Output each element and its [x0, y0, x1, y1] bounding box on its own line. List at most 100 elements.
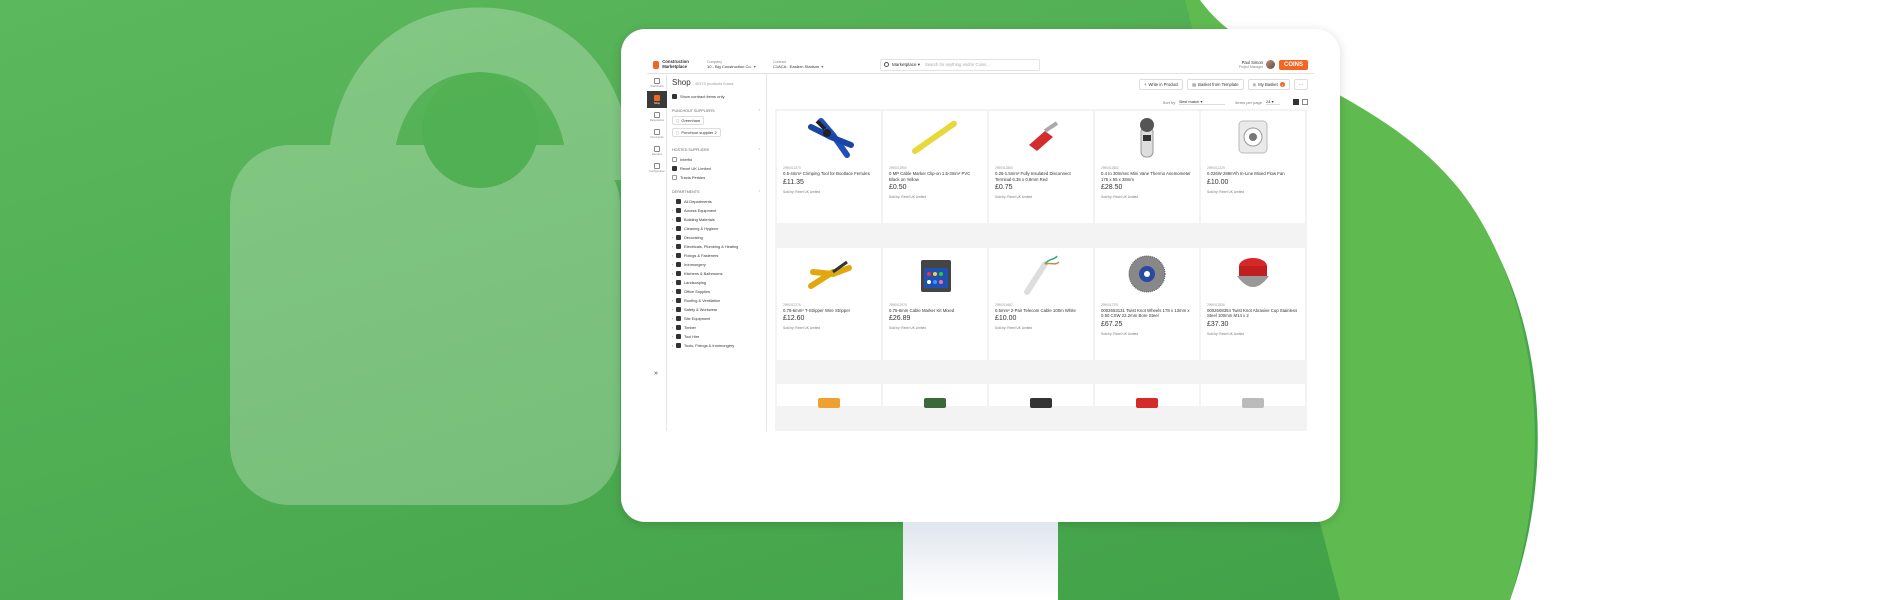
product-card[interactable]: 2990012791 0002653131 Twist Knot Wheels 1… [1095, 247, 1199, 360]
product-image[interactable] [1101, 252, 1193, 296]
checkbox-checked[interactable] [676, 253, 681, 258]
sort-select[interactable]: Best match ▾ [1179, 99, 1226, 105]
checkbox-checked[interactable] [676, 298, 681, 303]
hosted-supplier-checkbox[interactable]: Rexel UK Limited [672, 164, 761, 173]
product-card-partial[interactable] [1201, 384, 1305, 409]
rail-item-dashboard[interactable]: Dashboard [647, 74, 667, 91]
punchout-supplier-chip[interactable]: ◻ Punchout supplier 2 [672, 128, 721, 137]
checkbox-checked[interactable] [676, 316, 681, 321]
avatar[interactable] [1265, 60, 1275, 69]
search-scope-dropdown[interactable]: Marketplace ▾ [892, 62, 920, 68]
department-item[interactable]: › Fixings & Fasteners [672, 251, 761, 260]
product-card-partial[interactable] [1095, 384, 1199, 409]
product-card[interactable]: 2990012836 0002608354 Twist Knot Abrasive… [1201, 247, 1305, 360]
checkbox-checked[interactable] [676, 226, 681, 231]
rail-item-documents[interactable]: Documents [647, 125, 667, 142]
checkbox-checked[interactable] [672, 94, 677, 99]
product-name[interactable]: 0.026W 288m³/h In-Line Mixed Flow Fan [1207, 171, 1299, 177]
user-menu[interactable]: Paul Simon Project Manager COINS [1239, 59, 1308, 70]
hosted-supplier-checkbox[interactable]: Interflo [672, 155, 761, 164]
company-selector[interactable]: Company 10 - Big Construction Co. ▾ [707, 60, 769, 69]
product-card-partial[interactable] [883, 384, 987, 409]
product-image[interactable] [1207, 115, 1299, 159]
product-name[interactable]: 0002608354 Twist Knot Abrasive Cup Stain… [1207, 308, 1299, 319]
product-image[interactable] [1136, 398, 1158, 409]
product-name[interactable]: 0.5-4mm² Crimping Tool for Bootlace Ferr… [783, 171, 875, 177]
product-image[interactable] [889, 115, 981, 159]
department-item[interactable]: › Ironmongery [672, 260, 761, 269]
app-logo[interactable]: Construction Marketplace [653, 59, 703, 69]
checkbox-checked[interactable] [676, 271, 681, 276]
checkbox-checked[interactable] [676, 289, 681, 294]
product-card[interactable]: 2990014657 0.5mm² 2-Pair Telecom Cable 10… [989, 247, 1093, 360]
product-image[interactable] [783, 115, 875, 159]
contract-only-checkbox[interactable]: Show contract items only [672, 92, 761, 101]
my-basket-button[interactable]: ◎ My Basket 1 [1247, 79, 1290, 90]
chevron-up-icon[interactable]: ⌃ [758, 190, 761, 194]
product-card-partial[interactable] [777, 384, 881, 409]
product-name[interactable]: 0.4 to 30m/sec Mini Vane Thermo Anemomet… [1101, 171, 1193, 182]
rail-item-requisitions[interactable]: Requisitions [647, 108, 667, 125]
department-item[interactable]: All Departments [672, 197, 761, 206]
product-image[interactable] [1030, 398, 1052, 409]
department-item[interactable]: › Electricals, Plumbing & Heating [672, 242, 761, 251]
product-image[interactable] [995, 115, 1087, 159]
chevron-up-icon[interactable]: ⌃ [758, 148, 761, 152]
hosted-supplier-checkbox[interactable]: Travis Perkins [672, 173, 761, 182]
product-card[interactable]: 2990012862 0.4 to 30m/sec Mini Vane Therm… [1095, 111, 1199, 223]
rail-item-configuration[interactable]: Configuration [647, 159, 667, 176]
product-image[interactable] [818, 398, 840, 409]
product-name[interactable]: 0.75-6mm² T-Stripper Wire Stripper [783, 308, 875, 314]
chevron-up-icon[interactable]: ⌃ [758, 109, 761, 113]
product-card-partial[interactable] [989, 384, 1093, 409]
product-name[interactable]: 0.75-6mm Cable Marker Kit Mixed [889, 308, 981, 314]
search-input[interactable]: Search for anything and/or Coins... [925, 62, 990, 67]
product-card[interactable]: 2990012270 0.5-4mm² Crimping Tool for Boo… [777, 111, 881, 223]
checkbox-checked[interactable] [676, 217, 681, 222]
checkbox-checked[interactable] [676, 262, 681, 267]
punchout-supplier-chip[interactable]: ◻ Greenham [672, 116, 705, 125]
contract-selector[interactable]: Contract C1ACA - Eastern Stadium ▾ [773, 60, 835, 69]
checkbox-unchecked[interactable] [672, 157, 677, 162]
checkbox-unchecked[interactable] [672, 175, 677, 180]
list-view-icon[interactable] [1302, 99, 1308, 105]
product-image[interactable] [924, 398, 946, 409]
department-item[interactable]: › Site Equipment [672, 314, 761, 323]
search-bar[interactable]: Marketplace ▾ Search for anything and/or… [880, 58, 1040, 71]
checkbox-checked[interactable] [676, 307, 681, 312]
product-card[interactable]: 2990012229 0.026W 288m³/h In-Line Mixed F… [1201, 111, 1305, 223]
product-name[interactable]: 0.5mm² 2-Pair Telecom Cable 100m White [995, 308, 1087, 314]
expand-sidebar-icon[interactable]: » [654, 370, 658, 377]
product-image[interactable] [783, 252, 875, 296]
product-card[interactable]: 2990012276 0.75-6mm² T-Stripper Wire Stri… [777, 247, 881, 360]
department-item[interactable]: › Safety & Workwear [672, 305, 761, 314]
product-image[interactable] [889, 252, 981, 296]
rail-item-shop[interactable]: Shop [647, 91, 667, 108]
checkbox-checked[interactable] [676, 325, 681, 330]
product-image[interactable] [1242, 398, 1264, 409]
basket-from-template-button[interactable]: ▤ Basket from Template [1187, 79, 1244, 90]
product-name[interactable]: 0002653131 Twist Knot Wheels 178 x 13mm … [1101, 308, 1193, 319]
items-per-page-select[interactable]: 24 ▾ [1266, 99, 1280, 105]
checkbox-checked[interactable] [676, 199, 681, 204]
product-image[interactable] [995, 252, 1087, 296]
department-item[interactable]: › Cleaning & Hygiene [672, 224, 761, 233]
product-image[interactable] [1101, 115, 1193, 159]
rail-item-receipts[interactable]: Receipts [647, 142, 667, 159]
department-item[interactable]: › Decorating [672, 233, 761, 242]
product-image[interactable] [1207, 252, 1299, 296]
product-card[interactable]: 2990012950 0 MP Cable Marker Clip-on 1.5-… [883, 111, 987, 223]
checkbox-checked[interactable] [676, 244, 681, 249]
department-item[interactable]: › Kitchens & Bathrooms [672, 269, 761, 278]
checkbox-checked[interactable] [676, 235, 681, 240]
department-item[interactable]: › Timber [672, 323, 761, 332]
checkbox-checked[interactable] [672, 166, 677, 171]
product-name[interactable]: 0.25-1.5mm² Fully Insulated Disconnect T… [995, 171, 1087, 182]
department-item[interactable]: › Access Equipment [672, 206, 761, 215]
department-item[interactable]: › Office Supplies [672, 287, 761, 296]
grid-view-icon[interactable] [1293, 99, 1299, 105]
department-item[interactable]: › Landscaping [672, 278, 761, 287]
department-item[interactable]: › Roofing & Ventilation [672, 296, 761, 305]
checkbox-checked[interactable] [676, 343, 681, 348]
department-item[interactable]: › Building Materials [672, 215, 761, 224]
